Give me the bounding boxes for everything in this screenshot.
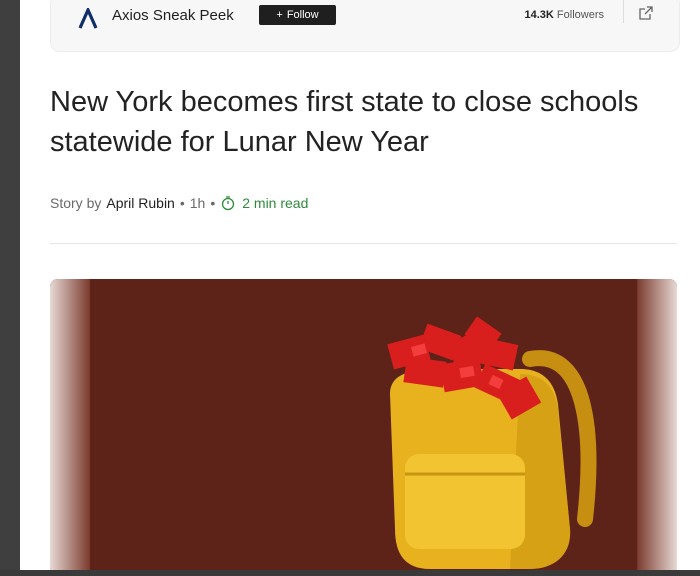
followers-count: 14.3K Followers (524, 9, 605, 21)
author-name[interactable]: April Rubin (106, 195, 174, 211)
stopwatch-icon (222, 196, 235, 211)
article-page: Axios Sneak Peek + Follow 14.3K Follower… (20, 0, 700, 570)
publisher-bar: Axios Sneak Peek + Follow 14.3K Follower… (50, 0, 680, 52)
byline-separator: • (179, 195, 185, 211)
axios-logo-icon[interactable] (77, 8, 99, 30)
publisher-name[interactable]: Axios Sneak Peek (112, 7, 234, 24)
read-time: 2 min read (242, 195, 309, 211)
hero-image[interactable] (50, 279, 677, 570)
backpack-illustration (50, 279, 677, 570)
left-window-edge (0, 0, 20, 576)
plus-icon: + (276, 9, 283, 21)
byline: Story by April Rubin • 1h • 2 min read (50, 195, 308, 211)
byline-prefix: Story by (50, 195, 102, 211)
follow-button[interactable]: + Follow (259, 5, 336, 25)
publisher-bar-divider (623, 0, 624, 23)
section-divider (50, 243, 677, 244)
byline-separator: • (210, 195, 216, 211)
article-headline: New York becomes first state to close sc… (50, 86, 639, 158)
open-external-icon[interactable] (638, 5, 654, 21)
bottom-window-edge (0, 570, 700, 576)
article-age: 1h (189, 195, 206, 211)
follow-label: Follow (286, 9, 319, 21)
